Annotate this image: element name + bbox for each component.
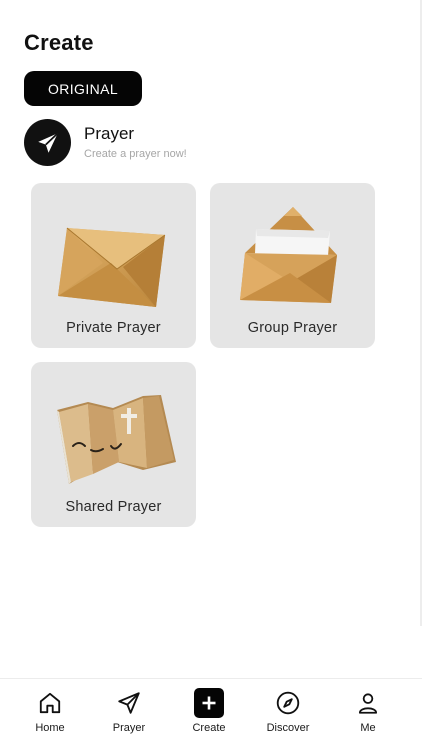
paper-plane-icon	[114, 688, 144, 718]
paper-plane-icon	[24, 119, 71, 166]
nav-label: Prayer	[112, 722, 146, 734]
create-icon-wrap	[194, 688, 224, 718]
nav-label: Home	[35, 722, 65, 734]
nav-label: Me	[360, 722, 376, 734]
nav-prayer[interactable]: Prayer	[87, 679, 171, 750]
nav-label: Create	[192, 722, 226, 734]
private-prayer-card[interactable]: Private Prayer	[31, 183, 196, 348]
open-envelope-icon	[240, 207, 337, 303]
card-label: Private Prayer	[66, 320, 161, 336]
page-title: Create	[24, 30, 94, 55]
nav-me[interactable]: Me	[326, 679, 410, 750]
nav-label: Discover	[266, 722, 310, 734]
prayer-section-header: Prayer Create a prayer now!	[24, 119, 187, 166]
home-icon	[35, 688, 65, 718]
card-label: Shared Prayer	[65, 499, 162, 515]
nav-discover[interactable]: Discover	[246, 679, 330, 750]
create-screen: Create ORIGINAL Prayer Create a prayer n…	[0, 0, 422, 750]
section-subtitle: Create a prayer now!	[84, 147, 187, 160]
nav-home[interactable]: Home	[8, 679, 92, 750]
closed-envelope-icon	[58, 227, 166, 307]
compass-icon	[273, 688, 303, 718]
nav-create[interactable]: Create	[167, 679, 251, 750]
group-prayer-card[interactable]: Group Prayer	[210, 183, 375, 348]
person-icon	[353, 688, 383, 718]
section-text: Prayer Create a prayer now!	[84, 124, 187, 162]
folded-map-icon	[57, 395, 176, 484]
bottom-nav: Home Prayer Create Discover Me	[0, 678, 422, 750]
shared-prayer-card[interactable]: Shared Prayer	[31, 362, 196, 527]
tab-original[interactable]: ORIGINAL	[24, 71, 142, 106]
section-title: Prayer	[84, 123, 135, 143]
card-label: Group Prayer	[247, 320, 338, 336]
plus-icon	[194, 688, 224, 718]
